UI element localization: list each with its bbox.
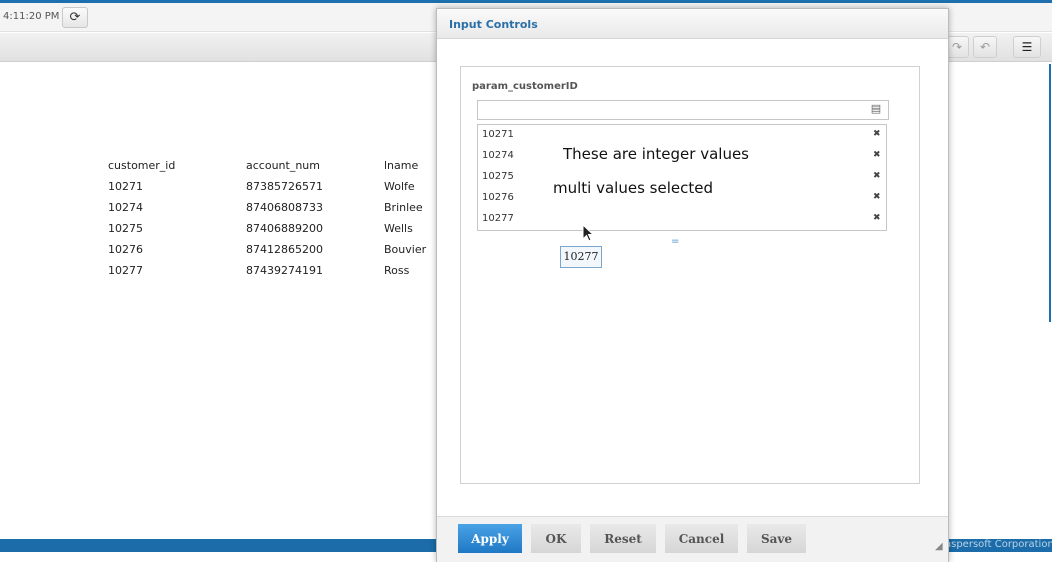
list-item-value: 10274 (482, 150, 514, 161)
list-item[interactable]: 10277 ✖ (478, 209, 886, 230)
selected-values-list[interactable]: 10271 ✖ 10274 ✖ 10275 ✖ 10276 ✖ 10277 ✖ … (477, 124, 887, 231)
table-cell: 10275 (108, 222, 143, 235)
list-item-value: 10275 (482, 171, 514, 182)
remove-icon[interactable]: ✖ (873, 213, 881, 223)
list-icon[interactable]: ▤ (870, 102, 882, 116)
remove-icon[interactable]: ✖ (873, 129, 881, 139)
table-cell: 10276 (108, 243, 143, 256)
remove-icon[interactable]: ✖ (873, 171, 881, 181)
table-cell: Bouvier (384, 243, 427, 256)
redo-icon: ↷ (951, 40, 963, 54)
column-lname: lname Wolfe Brinlee Wells Bouvier Ross (384, 159, 426, 285)
input-controls-icon: ☰ (1021, 40, 1033, 54)
reset-button[interactable]: Reset (590, 524, 656, 553)
refresh-button[interactable]: ⟳ (62, 7, 88, 28)
remove-icon[interactable]: ✖ (873, 192, 881, 202)
table-cell: Ross (384, 264, 410, 277)
value-tooltip: 10277 (560, 246, 602, 268)
apply-button[interactable]: Apply (458, 524, 522, 553)
list-resize-handle[interactable]: = (671, 237, 679, 247)
table-cell: 87406889200 (246, 222, 323, 235)
column-header: account_num (246, 159, 320, 172)
save-button[interactable]: Save (747, 524, 806, 553)
input-controls-dialog: Input Controls param_customerID ▤ 10271 … (436, 8, 949, 562)
undo-icon: ↶ (979, 40, 991, 54)
dialog-header[interactable]: Input Controls (437, 9, 948, 39)
list-item-value: 10276 (482, 192, 514, 203)
table-cell: 10277 (108, 264, 143, 277)
list-item-value: 10277 (482, 213, 514, 224)
undo-button[interactable]: ↶ (973, 36, 997, 58)
mouse-cursor-icon (582, 224, 594, 242)
param-search-input[interactable] (477, 100, 889, 120)
column-header: customer_id (108, 159, 176, 172)
right-edge-accent (1049, 64, 1051, 322)
annotation-multi-values: multi values selected (553, 179, 713, 197)
input-controls-button[interactable]: ☰ (1013, 36, 1041, 58)
remove-icon[interactable]: ✖ (873, 150, 881, 160)
controls-panel: param_customerID ▤ 10271 ✖ 10274 ✖ 10275… (460, 66, 920, 484)
footer-copyright: aspersoft Corporation (945, 539, 1052, 550)
table-cell: 10274 (108, 201, 143, 214)
cancel-button[interactable]: Cancel (665, 524, 738, 553)
table-cell: 87385726571 (246, 180, 323, 193)
timestamp: 4:11:20 PM (3, 11, 60, 22)
table-cell: Wolfe (384, 180, 415, 193)
annotation-integer-values: These are integer values (563, 145, 749, 163)
table-cell: Brinlee (384, 201, 423, 214)
column-account-num: account_num 87385726571 87406808733 8740… (246, 159, 323, 285)
refresh-icon: ⟳ (69, 10, 81, 25)
list-item-value: 10271 (482, 129, 514, 140)
column-customer-id: customer_id 10271 10274 10275 10276 1027… (108, 159, 175, 285)
table-cell: 87406808733 (246, 201, 323, 214)
table-cell: 10271 (108, 180, 143, 193)
param-label: param_customerID (472, 81, 578, 92)
dialog-footer: Apply OK Reset Cancel Save (437, 516, 948, 562)
ok-button[interactable]: OK (531, 524, 581, 553)
column-header: lname (384, 159, 419, 172)
dialog-title: Input Controls (449, 18, 538, 31)
table-cell: Wells (384, 222, 413, 235)
list-item[interactable]: 10271 ✖ (478, 125, 886, 146)
table-cell: 87439274191 (246, 264, 323, 277)
dialog-resize-grip-icon[interactable]: ◢ (935, 541, 943, 552)
table-cell: 87412865200 (246, 243, 323, 256)
